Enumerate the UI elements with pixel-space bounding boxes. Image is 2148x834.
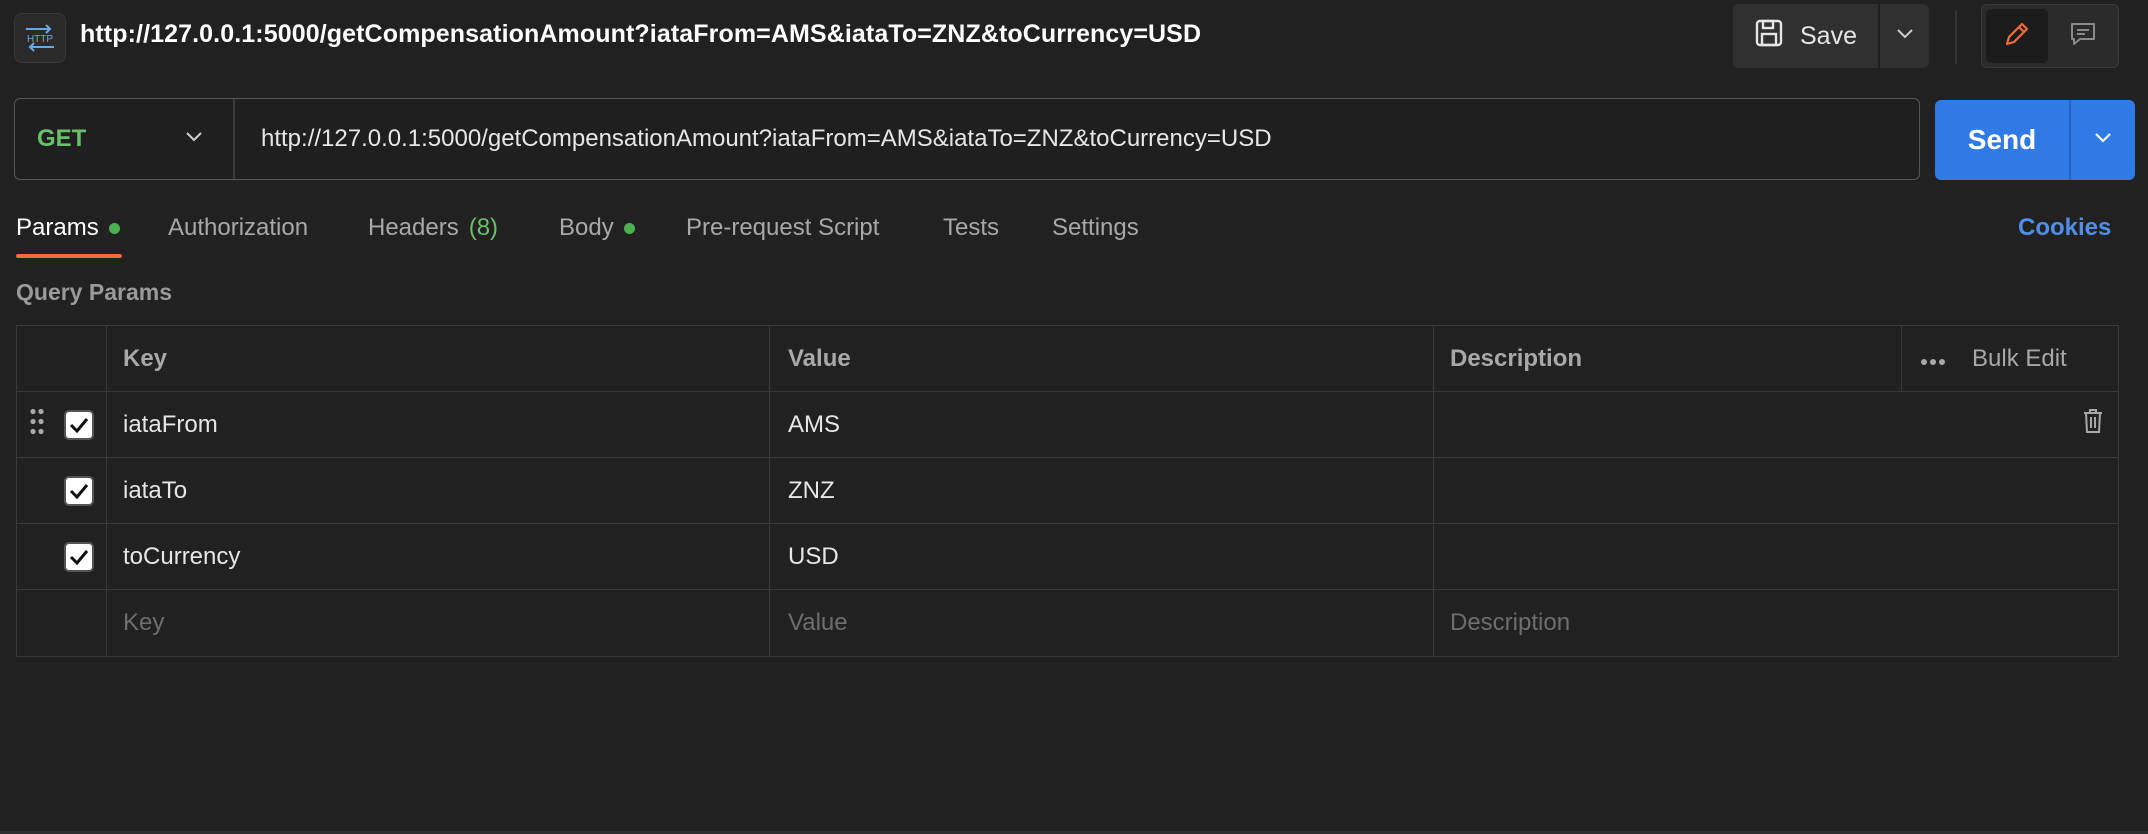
save-icon bbox=[1754, 18, 1784, 55]
tab-headers[interactable]: Headers (8) bbox=[368, 214, 498, 242]
comments-mode-button[interactable] bbox=[2052, 9, 2114, 63]
request-bar: GET http://127.0.0.1:5000/getCompensatio… bbox=[14, 98, 1920, 180]
modified-dot bbox=[623, 222, 635, 234]
modified-dot bbox=[108, 222, 120, 234]
row-controls bbox=[17, 524, 107, 589]
chevron-down-icon bbox=[1896, 27, 1914, 45]
tab-label: Body bbox=[559, 214, 614, 241]
table-row: iataTo ZNZ bbox=[17, 458, 2118, 524]
row-controls bbox=[17, 590, 107, 656]
save-button[interactable]: Save bbox=[1733, 4, 1878, 68]
tab-pre-request-script[interactable]: Pre-request Script bbox=[686, 214, 879, 242]
send-group: Send bbox=[1935, 100, 2135, 180]
tab-label: Params bbox=[16, 214, 99, 241]
query-params-heading: Query Params bbox=[16, 279, 172, 305]
row-controls bbox=[17, 392, 107, 457]
tab-label: Authorization bbox=[168, 214, 309, 241]
url-input[interactable]: http://127.0.0.1:5000/getCompensationAmo… bbox=[235, 125, 1272, 153]
send-options-dropdown[interactable] bbox=[2069, 100, 2135, 180]
pencil-icon bbox=[2002, 19, 2032, 54]
toolbar-divider bbox=[1955, 10, 1957, 64]
send-button[interactable]: Send bbox=[1935, 100, 2069, 180]
tab-params[interactable]: Params bbox=[16, 214, 120, 242]
checkmark-icon bbox=[69, 483, 89, 499]
tab-label: Settings bbox=[1052, 214, 1139, 241]
http-request-icon: HTTP bbox=[14, 13, 66, 63]
save-label: Save bbox=[1800, 21, 1857, 50]
tab-label: Pre-request Script bbox=[686, 214, 880, 241]
method-label: GET bbox=[37, 125, 87, 152]
svg-text:HTTP: HTTP bbox=[27, 34, 53, 45]
active-tab-indicator bbox=[16, 254, 122, 258]
column-header-value: Value bbox=[770, 326, 1434, 391]
table-row: toCurrency USD bbox=[17, 524, 2118, 590]
param-enabled-checkbox[interactable] bbox=[64, 475, 94, 506]
checkmark-icon bbox=[69, 549, 89, 565]
param-key-input[interactable]: iataTo bbox=[107, 458, 770, 523]
param-value-input[interactable]: USD bbox=[770, 524, 1434, 589]
chevron-down-icon bbox=[2094, 131, 2112, 149]
tab-settings[interactable]: Settings bbox=[1052, 214, 1139, 242]
bulk-edit-area: Bulk Edit bbox=[1901, 326, 2104, 391]
param-description-input[interactable] bbox=[1434, 524, 2118, 589]
param-description-input[interactable] bbox=[1434, 392, 2118, 457]
query-params-table: Key Value Description Bulk Edit iataFrom… bbox=[16, 325, 2119, 657]
new-key-input[interactable]: Key bbox=[107, 590, 770, 656]
method-select[interactable]: GET bbox=[15, 99, 235, 179]
param-key-input[interactable]: toCurrency bbox=[107, 524, 770, 589]
new-value-input[interactable]: Value bbox=[770, 590, 1434, 656]
row-controls bbox=[17, 458, 107, 523]
cookies-link[interactable]: Cookies bbox=[2018, 214, 2111, 242]
editor-mode-toggle bbox=[1981, 4, 2119, 68]
more-options-icon[interactable] bbox=[1920, 345, 1946, 373]
tab-tests[interactable]: Tests bbox=[943, 214, 999, 242]
table-row: iataFrom AMS bbox=[17, 392, 2118, 458]
param-description-input[interactable] bbox=[1434, 458, 2118, 523]
param-enabled-checkbox[interactable] bbox=[64, 541, 94, 572]
new-description-input[interactable]: Description bbox=[1434, 590, 2118, 656]
table-header-row: Key Value Description Bulk Edit bbox=[17, 326, 2118, 392]
checkmark-icon bbox=[69, 417, 89, 433]
edit-mode-button[interactable] bbox=[1986, 9, 2048, 63]
tab-label: Tests bbox=[943, 214, 1000, 241]
tab-authorization[interactable]: Authorization bbox=[168, 214, 308, 242]
save-group: Save bbox=[1733, 4, 1929, 68]
comment-icon bbox=[2068, 19, 2098, 54]
trash-icon[interactable] bbox=[2082, 408, 2104, 441]
header-checkbox-cell bbox=[17, 326, 107, 391]
request-title[interactable]: http://127.0.0.1:5000/getCompensationAmo… bbox=[80, 20, 1201, 49]
param-value-input[interactable]: AMS bbox=[770, 392, 1434, 457]
param-enabled-checkbox[interactable] bbox=[64, 409, 94, 440]
param-value-input[interactable]: ZNZ bbox=[770, 458, 1434, 523]
save-options-dropdown[interactable] bbox=[1878, 4, 1929, 68]
table-row-new: Key Value Description bbox=[17, 590, 2118, 656]
column-header-description-cell: Description Bulk Edit bbox=[1434, 326, 2118, 391]
param-key-input[interactable]: iataFrom bbox=[107, 392, 770, 457]
bulk-edit-button[interactable]: Bulk Edit bbox=[1972, 345, 2067, 373]
headers-count: (8) bbox=[468, 214, 499, 241]
tab-body[interactable]: Body bbox=[559, 214, 635, 242]
column-header-description: Description bbox=[1450, 344, 1583, 372]
column-header-key: Key bbox=[107, 326, 770, 391]
chevron-down-icon bbox=[185, 130, 203, 148]
tab-label: Headers bbox=[368, 214, 459, 241]
drag-handle-icon[interactable] bbox=[29, 407, 45, 442]
